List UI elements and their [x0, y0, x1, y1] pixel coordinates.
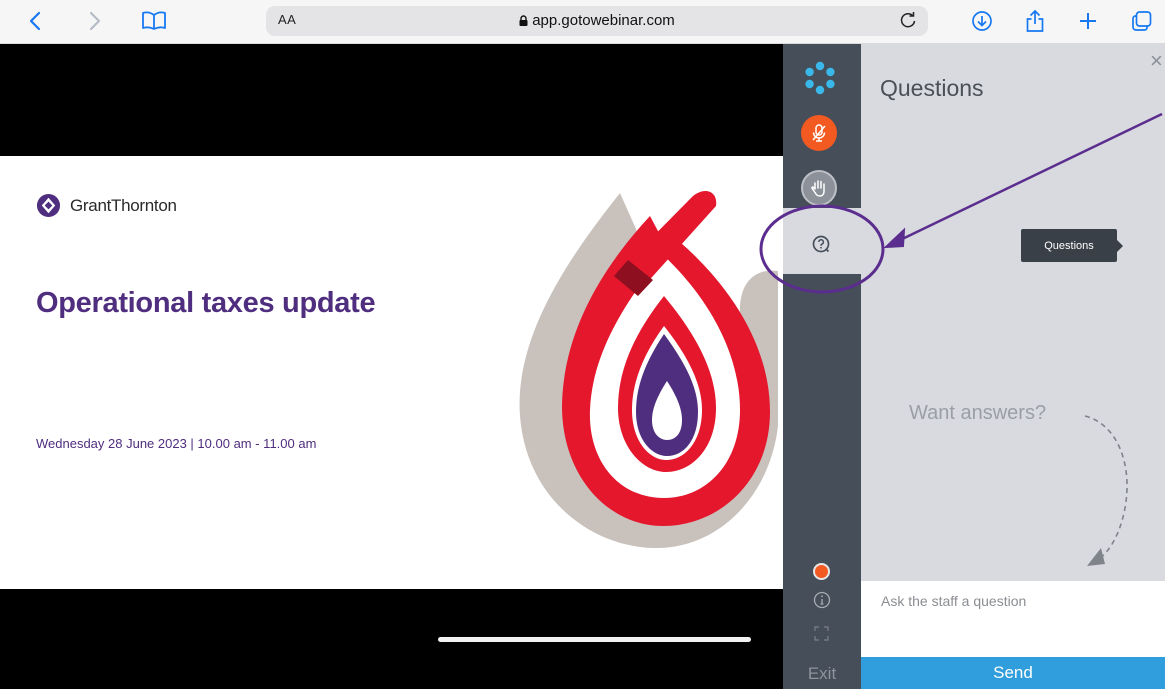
raise-hand-button[interactable]: [801, 170, 837, 206]
bookmarks-button[interactable]: [140, 6, 168, 36]
tabs-overview-button[interactable]: [1130, 6, 1154, 36]
new-tab-button[interactable]: [1076, 6, 1100, 36]
browser-toolbar: AA app.gotowebinar.com: [0, 0, 1165, 44]
download-icon: [972, 11, 992, 31]
questions-tab[interactable]: [783, 208, 861, 274]
exit-button[interactable]: Exit: [783, 664, 861, 684]
questions-panel: Questions × Questions Want answers? Send: [861, 44, 1165, 689]
gotowebinar-logo-icon: [805, 61, 835, 95]
back-button[interactable]: [24, 6, 46, 36]
slide-title: Operational taxes update: [36, 287, 376, 319]
info-icon[interactable]: [813, 591, 831, 609]
hand-icon: [811, 180, 825, 197]
slide-date: Wednesday 28 June 2023 | 10.00 am - 11.0…: [36, 436, 317, 451]
chevron-right-icon: [89, 11, 101, 31]
brand-droplet-graphic: [519, 191, 778, 549]
questions-tooltip: Questions: [1021, 229, 1123, 262]
downloads-button[interactable]: [970, 6, 994, 36]
question-bubble-icon: [812, 235, 830, 253]
chevron-left-icon: [29, 11, 41, 31]
forward-button[interactable]: [84, 6, 106, 36]
book-icon: [142, 11, 166, 30]
microphone-button[interactable]: [801, 115, 837, 151]
question-input[interactable]: [861, 581, 1165, 657]
control-rail: Exit: [783, 44, 861, 689]
panel-title: Questions: [880, 75, 984, 101]
lock-icon: [519, 15, 528, 26]
grant-thornton-logo-icon: [36, 193, 61, 218]
plus-icon: [1080, 13, 1096, 29]
share-icon: [1026, 9, 1044, 32]
url-text: app.gotowebinar.com: [532, 12, 675, 29]
slide: GrantThornton Operational taxes update W…: [0, 156, 783, 589]
empty-state-hint: Want answers?: [909, 402, 1047, 424]
reload-icon[interactable]: [898, 10, 918, 30]
tabs-icon: [1132, 11, 1152, 31]
muted-microphone-icon: [812, 124, 826, 142]
dashed-arrow-icon: [1084, 415, 1128, 566]
close-icon[interactable]: ×: [1150, 50, 1163, 72]
expand-icon[interactable]: [814, 626, 829, 641]
share-button[interactable]: [1023, 6, 1047, 36]
home-indicator: [438, 637, 751, 642]
presentation-stage: GrantThornton Operational taxes update W…: [0, 44, 783, 689]
address-bar[interactable]: AA app.gotowebinar.com: [266, 6, 928, 36]
recording-status-icon: [813, 563, 830, 580]
brand-name: GrantThornton: [70, 195, 177, 215]
send-button[interactable]: Send: [861, 657, 1165, 689]
brand: GrantThornton: [36, 193, 177, 218]
